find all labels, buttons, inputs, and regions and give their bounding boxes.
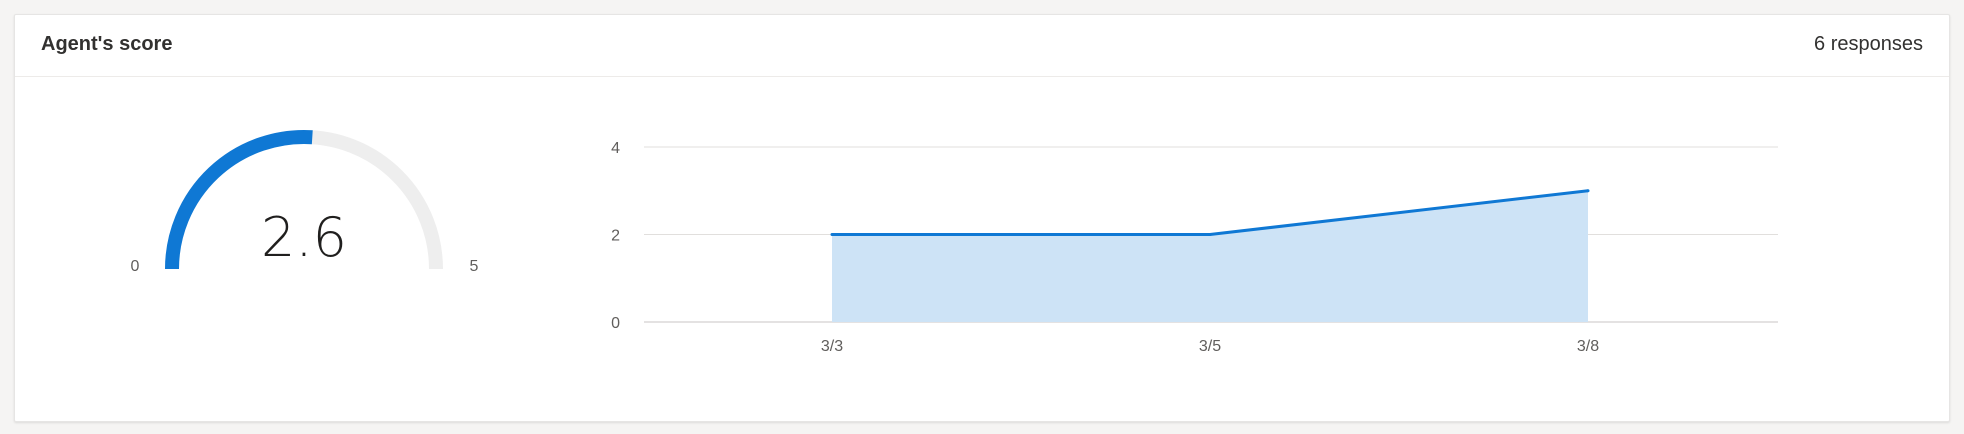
y-tick-label: 4	[611, 140, 620, 157]
data-point[interactable]	[1208, 233, 1212, 236]
data-point[interactable]	[1586, 189, 1590, 193]
area-series	[830, 189, 1590, 322]
x-tick-label: 3/8	[1577, 338, 1599, 355]
x-axis-ticks: 3/3 3/5 3/8	[821, 338, 1599, 355]
y-axis-ticks: 0 2 4	[611, 140, 620, 332]
x-tick-label: 3/5	[1199, 338, 1221, 355]
area-fill	[832, 190, 1588, 322]
y-tick-label: 2	[611, 228, 620, 245]
data-point[interactable]	[830, 233, 834, 236]
x-tick-label: 3/3	[821, 338, 843, 355]
y-tick-label: 0	[611, 315, 620, 332]
score-trend-chart: 0 2 4 3/3 3/5 3/8	[611, 140, 1778, 355]
